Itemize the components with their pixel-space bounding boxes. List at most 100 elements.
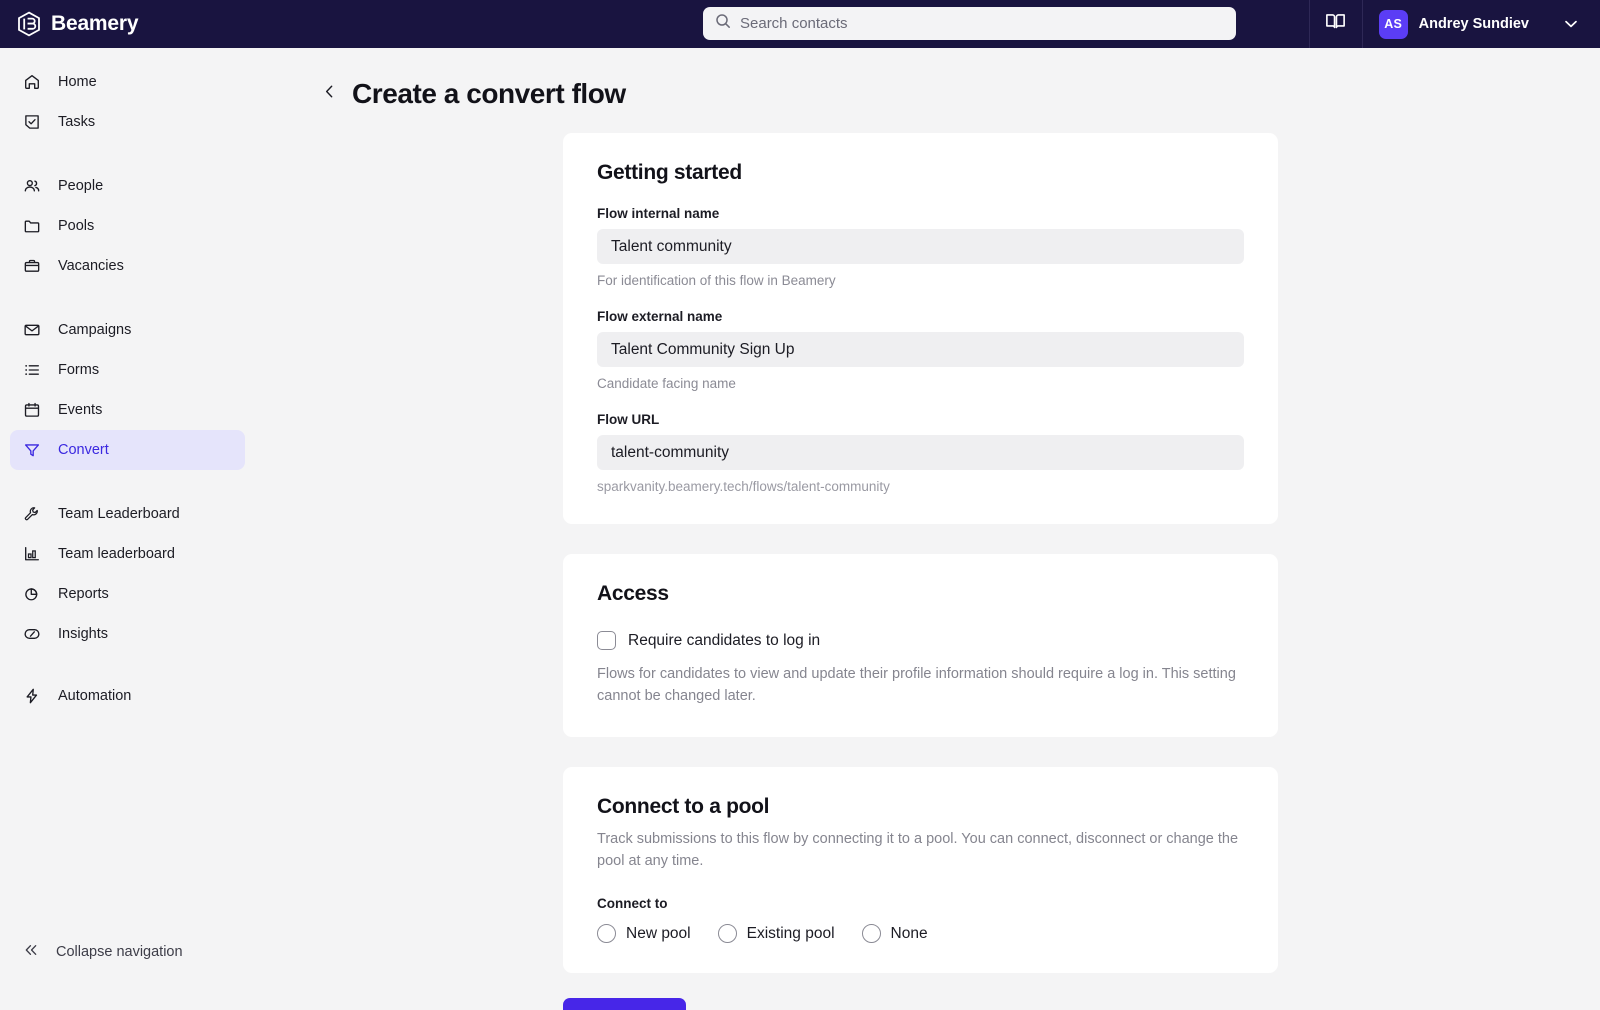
sidebar-item-people[interactable]: People <box>10 166 245 206</box>
sidebar-item-team-leaderboard-admin[interactable]: Team Leaderboard <box>10 494 245 534</box>
wrench-icon <box>22 504 42 524</box>
sidebar-item-pools[interactable]: Pools <box>10 206 245 246</box>
field-help: Candidate facing name <box>597 376 736 391</box>
create-flow-button[interactable]: Create flow <box>563 998 686 1010</box>
nav-group-divider <box>0 654 255 676</box>
brand-name: Beamery <box>51 12 139 35</box>
sidebar-item-label: Convert <box>58 442 109 458</box>
sidebar-item-campaigns[interactable]: Campaigns <box>10 310 245 350</box>
beamery-logo[interactable]: Beamery <box>16 11 139 37</box>
search-icon <box>715 13 731 34</box>
lightning-icon <box>22 686 42 706</box>
radio-label: Existing pool <box>746 924 835 942</box>
book-icon <box>1324 10 1347 38</box>
require-login-checkbox[interactable] <box>597 631 616 650</box>
card-title: Getting started <box>597 161 742 184</box>
sidebar-item-automation[interactable]: Automation <box>10 676 245 716</box>
radio-circle[interactable] <box>597 924 616 943</box>
require-login-label: Require candidates to log in <box>628 631 821 649</box>
sidebar-item-label: Reports <box>58 586 109 602</box>
sidebar-item-insights[interactable]: Insights <box>10 614 245 654</box>
people-icon <box>22 176 42 196</box>
field-label: Flow external name <box>597 309 723 324</box>
user-name: Andrey Sundiev <box>1418 16 1529 32</box>
access-card: Access Require candidates to log in Flow… <box>563 554 1278 737</box>
sidebar-item-label: Vacancies <box>58 258 124 274</box>
sidebar-item-label: Events <box>58 402 103 418</box>
form-footer: Create flow <box>563 998 1600 1010</box>
envelope-icon <box>22 320 42 340</box>
connect-to-label: Connect to <box>597 896 668 911</box>
flow-internal-name-field: Flow internal name Talent community For … <box>597 206 1244 288</box>
sidebar-item-reports[interactable]: Reports <box>10 574 245 614</box>
funnel-icon <box>22 440 42 460</box>
collapse-navigation-button[interactable]: Collapse navigation <box>0 941 255 963</box>
field-label: Flow URL <box>597 412 660 427</box>
list-icon <box>22 360 42 380</box>
flow-url-preview: sparkvanity.beamery.tech/flows/talent-co… <box>597 479 890 494</box>
sidebar-item-label: Automation <box>58 688 132 704</box>
chevron-down-icon <box>1562 15 1580 33</box>
radio-option-existing-pool[interactable]: Existing pool <box>717 924 835 943</box>
radio-label: New pool <box>626 924 691 942</box>
back-button[interactable] <box>318 81 340 107</box>
nav-group-divider <box>0 142 255 166</box>
sidebar-item-label: Forms <box>58 362 100 378</box>
calendar-icon <box>22 400 42 420</box>
connect-pool-description: Track submissions to this flow by connec… <box>597 831 1239 869</box>
avatar: AS <box>1378 9 1408 39</box>
sidebar-item-home[interactable]: Home <box>10 62 245 102</box>
pie-chart-icon <box>22 584 42 604</box>
require-login-row[interactable]: Require candidates to log in <box>597 631 1244 650</box>
topbar-right-group: AS Andrey Sundiev <box>1308 0 1600 48</box>
top-bar: Beamery Search contacts AS Andrey Sundie… <box>0 0 1600 48</box>
search-input[interactable]: Search contacts <box>703 7 1236 40</box>
sidebar-item-label: Pools <box>58 218 95 234</box>
access-help-text: Flows for candidates to view and update … <box>597 666 1236 704</box>
card-title: Access <box>597 582 669 605</box>
flow-internal-name-input[interactable]: Talent community <box>597 229 1244 264</box>
page-title: Create a convert flow <box>352 78 626 109</box>
main-content: Create a convert flow Getting started Fl… <box>255 48 1600 1010</box>
sidebar-item-tasks[interactable]: Tasks <box>10 102 245 142</box>
folder-icon <box>22 216 42 236</box>
home-icon <box>22 72 42 92</box>
field-help: For identification of this flow in Beame… <box>597 273 836 288</box>
sidebar-item-label: Campaigns <box>58 322 132 338</box>
help-button[interactable] <box>1310 0 1362 48</box>
connect-pool-card: Connect to a pool Track submissions to t… <box>563 767 1278 973</box>
search-placeholder: Search contacts <box>740 15 848 32</box>
radio-option-none[interactable]: None <box>861 924 928 943</box>
card-title: Connect to a pool <box>597 795 770 818</box>
nav-group-divider <box>0 286 255 310</box>
chevron-left-icon <box>321 83 338 105</box>
sidebar: Home Tasks People Pools Vacancies Campai… <box>0 48 255 1010</box>
sidebar-item-team-leaderboard[interactable]: Team leaderboard <box>10 534 245 574</box>
radio-circle[interactable] <box>861 924 881 943</box>
sidebar-item-label: People <box>58 178 104 194</box>
beamery-cube-icon <box>16 11 42 37</box>
user-menu[interactable]: AS Andrey Sundiev <box>1363 0 1600 48</box>
getting-started-card: Getting started Flow internal name Talen… <box>563 133 1278 524</box>
sidebar-item-label: Team Leaderboard <box>58 506 180 522</box>
flow-url-input[interactable]: talent-community <box>597 435 1244 470</box>
radio-label: None <box>890 924 928 942</box>
field-label: Flow internal name <box>597 206 720 221</box>
flow-url-field: Flow URL talent-community sparkvanity.be… <box>597 412 1244 494</box>
sidebar-item-label: Insights <box>58 626 108 642</box>
sidebar-item-label: Home <box>58 74 97 90</box>
collapse-navigation-label: Collapse navigation <box>56 944 183 960</box>
flow-external-name-input[interactable]: Talent Community Sign Up <box>597 332 1244 367</box>
page-header: Create a convert flow <box>255 48 1600 110</box>
sidebar-item-events[interactable]: Events <box>10 390 245 430</box>
sidebar-item-convert[interactable]: Convert <box>10 430 245 470</box>
gauge-icon <box>22 624 42 644</box>
sidebar-item-vacancies[interactable]: Vacancies <box>10 246 245 286</box>
sidebar-item-label: Tasks <box>58 114 96 130</box>
radio-option-new-pool[interactable]: New pool <box>597 924 691 943</box>
sidebar-item-forms[interactable]: Forms <box>10 350 245 390</box>
connect-to-radio-group: New pool Existing pool None <box>597 924 1244 943</box>
radio-circle[interactable] <box>717 924 737 943</box>
flow-external-name-field: Flow external name Talent Community Sign… <box>597 309 1244 391</box>
bar-chart-icon <box>22 544 42 564</box>
